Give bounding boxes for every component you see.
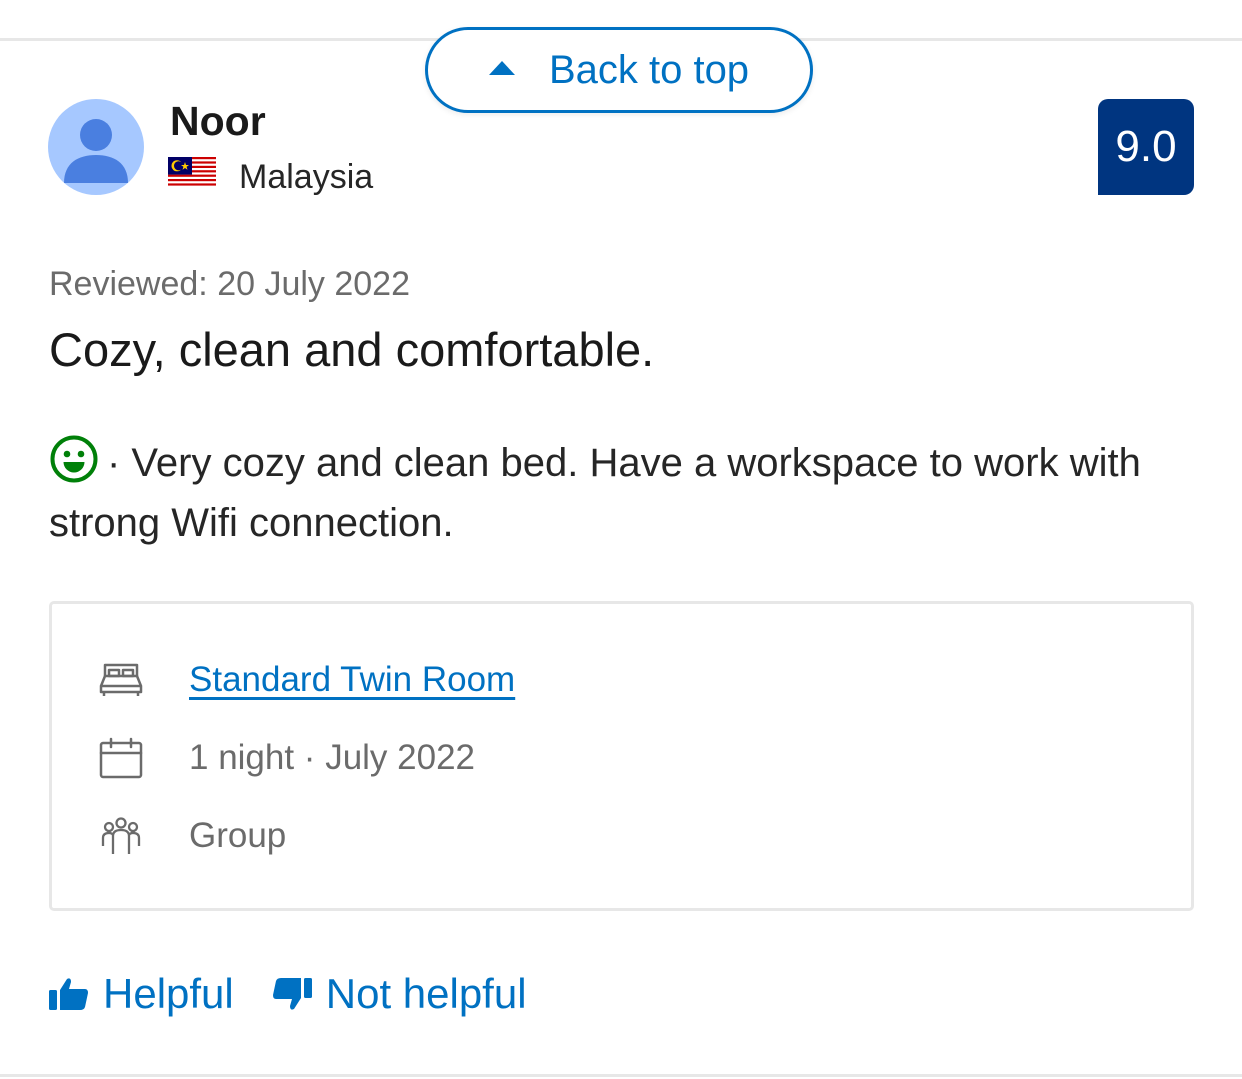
reviewer-country: Malaysia (239, 158, 374, 196)
back-to-top-button[interactable]: Back to top (425, 27, 813, 113)
helpful-label: Helpful (103, 970, 234, 1017)
traveler-type-row: Group (98, 814, 286, 858)
room-type-link[interactable]: Standard Twin Room (189, 660, 515, 700)
review-positive: · Very cozy and clean bed. Have a worksp… (49, 433, 1199, 553)
review-score-badge: 9.0 (1098, 99, 1194, 195)
review-title: Cozy, clean and comfortable. (49, 323, 655, 376)
stay-room-row: Standard Twin Room (98, 658, 515, 702)
not-helpful-button[interactable]: Not helpful (272, 970, 527, 1018)
helpful-button[interactable]: Helpful (49, 970, 234, 1018)
review-positive-text: · Very cozy and clean bed. Have a worksp… (49, 441, 1141, 545)
review-vote-bar: Helpful Not helpful (49, 970, 527, 1018)
thumbs-up-icon (49, 978, 88, 1010)
stay-duration-row: 1 night · July 2022 (98, 736, 475, 780)
review-date: Reviewed: 20 July 2022 (49, 265, 411, 303)
not-helpful-label: Not helpful (325, 970, 527, 1017)
avatar (48, 99, 144, 195)
bottom-divider (0, 1074, 1242, 1077)
bed-icon (98, 658, 144, 702)
stay-details-box: Standard Twin Room 1 night · July 2022 G… (49, 601, 1194, 911)
back-to-top-label: Back to top (548, 47, 750, 92)
reviewer-name: Noor (170, 98, 266, 144)
thumbs-down-icon (272, 978, 312, 1010)
traveler-type: Group (189, 816, 287, 855)
calendar-icon (98, 736, 144, 780)
group-icon (98, 814, 144, 858)
caret-up-icon (488, 61, 515, 75)
smiley-face-icon (49, 434, 99, 484)
stay-duration: 1 night · July 2022 (189, 738, 476, 777)
malaysia-flag-icon (168, 157, 216, 188)
